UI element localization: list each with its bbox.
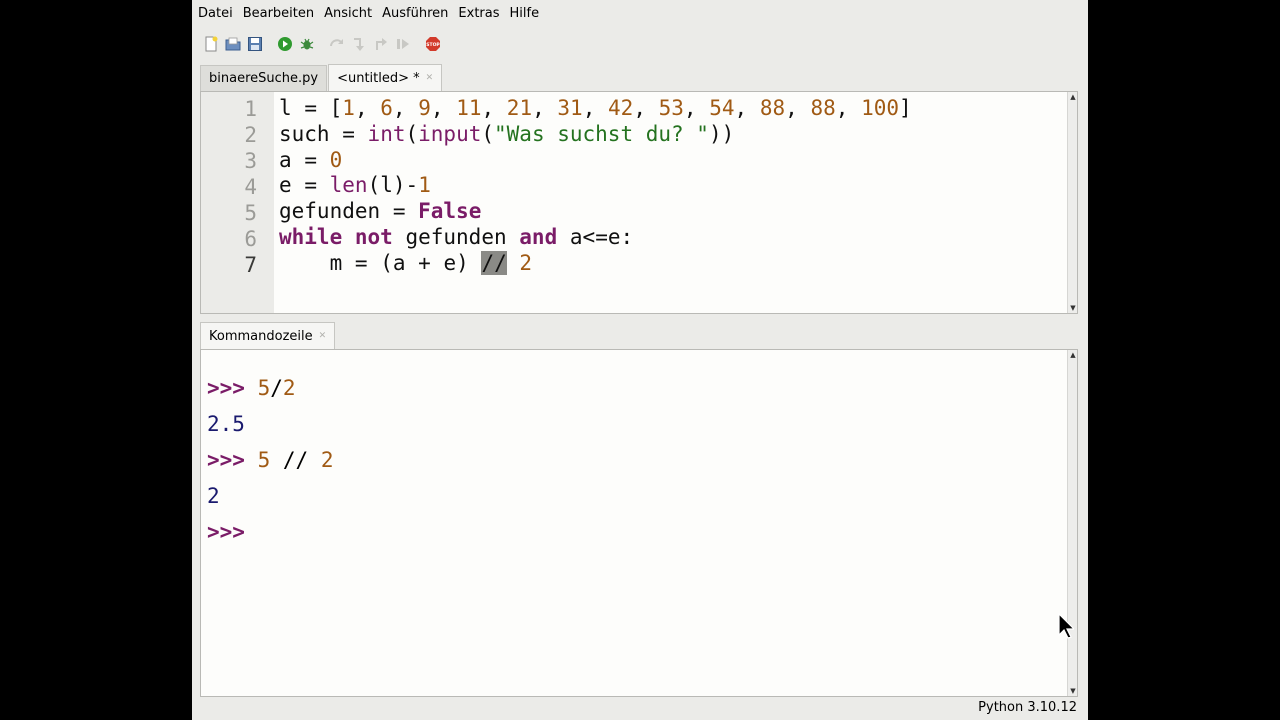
code-line[interactable]: m = (a + e) // 2 [279, 250, 912, 277]
step-into-icon [351, 36, 367, 52]
code-line[interactable]: while not gefunden and a<=e: [279, 225, 912, 251]
menu-ansicht[interactable]: Ansicht [324, 6, 372, 21]
run-icon[interactable] [277, 36, 293, 52]
line-number-gutter: 1 2 3 4 5 6 7 [201, 92, 274, 313]
shell-output[interactable]: >>> 5/2 2.5 >>> 5 // 2 2 >>> [207, 372, 334, 552]
menu-ausfuehren[interactable]: Ausführen [382, 6, 448, 21]
scroll-up-icon[interactable]: ▲ [1069, 351, 1077, 359]
code-line[interactable]: e = len(l)-1 [279, 173, 912, 199]
shell-output-line: 2 [207, 484, 220, 508]
shell-tab-bar: Kommandozeile ✕ [200, 322, 336, 349]
code-text[interactable]: l = [1, 6, 9, 11, 21, 31, 42, 53, 54, 88… [279, 96, 912, 277]
close-tab-icon[interactable]: ✕ [426, 73, 434, 83]
editor-scrollbar[interactable]: ▲ ▼ [1067, 92, 1077, 313]
tab-binaere-suche[interactable]: binaereSuche.py [200, 65, 328, 91]
new-file-icon[interactable] [203, 36, 219, 52]
line-number: 1 [244, 97, 257, 121]
shell-output-line: 2.5 [207, 412, 245, 436]
mouse-pointer-icon [1058, 613, 1074, 639]
menu-datei[interactable]: Datei [198, 6, 233, 21]
menu-bar: Datei Bearbeiten Ansicht Ausführen Extra… [192, 0, 1088, 27]
shell-prompt: >>> [207, 448, 258, 472]
tab-untitled[interactable]: <untitled> * ✕ [328, 64, 443, 91]
shell-prompt: >>> [207, 520, 258, 544]
line-number: 3 [244, 149, 257, 173]
stop-icon[interactable]: STOP [425, 36, 441, 52]
svg-text:STOP: STOP [426, 42, 440, 48]
code-line[interactable]: l = [1, 6, 9, 11, 21, 31, 42, 53, 54, 88… [279, 96, 912, 122]
line-number: 6 [244, 227, 257, 251]
thonny-window: Datei Bearbeiten Ansicht Ausführen Extra… [192, 0, 1088, 720]
save-file-icon[interactable] [247, 36, 263, 52]
code-editor[interactable]: 1 2 3 4 5 6 7 l = [1, 6, 9, 11, 21, 31, … [200, 91, 1078, 314]
tab-label: Kommandozeile [209, 328, 313, 344]
resume-icon [395, 36, 411, 52]
editor-tab-bar: binaereSuche.py <untitled> * ✕ [200, 64, 443, 91]
line-number: 2 [244, 123, 257, 147]
line-number: 4 [244, 175, 257, 199]
shell-input-line: >>> 5 // 2 [207, 448, 334, 472]
scroll-up-icon[interactable]: ▲ [1069, 93, 1077, 101]
code-line[interactable]: gefunden = False [279, 199, 912, 225]
open-file-icon[interactable] [225, 36, 241, 52]
interpreter-status[interactable]: Python 3.10.12 [978, 700, 1077, 715]
tab-label: <untitled> * [337, 70, 420, 86]
tab-kommandozeile[interactable]: Kommandozeile ✕ [200, 322, 336, 349]
toolbar: STOP [192, 31, 1088, 57]
shell-console[interactable]: >>> 5/2 2.5 >>> 5 // 2 2 >>> ▲ ▼ [200, 349, 1078, 697]
tab-label: binaereSuche.py [209, 71, 319, 86]
menu-hilfe[interactable]: Hilfe [510, 6, 540, 21]
line-number-current: 7 [244, 253, 257, 277]
line-number: 5 [244, 201, 257, 225]
code-line[interactable]: such = int(input("Was suchst du? ")) [279, 122, 912, 148]
text-selection: // [481, 250, 507, 275]
menu-extras[interactable]: Extras [458, 6, 499, 21]
code-line[interactable]: a = 0 [279, 148, 912, 174]
shell-input-line: >>> 5/2 [207, 376, 296, 400]
step-over-icon [329, 36, 345, 52]
shell-prompt: >>> [207, 376, 258, 400]
menu-bearbeiten[interactable]: Bearbeiten [243, 6, 314, 21]
scroll-down-icon[interactable]: ▼ [1069, 304, 1077, 312]
shell-input-line: >>> [207, 516, 334, 552]
close-tab-icon[interactable]: ✕ [319, 331, 327, 341]
shell-scrollbar[interactable]: ▲ ▼ [1067, 350, 1077, 696]
step-out-icon [373, 36, 389, 52]
debug-icon[interactable] [299, 36, 315, 52]
scroll-down-icon[interactable]: ▼ [1069, 687, 1077, 695]
